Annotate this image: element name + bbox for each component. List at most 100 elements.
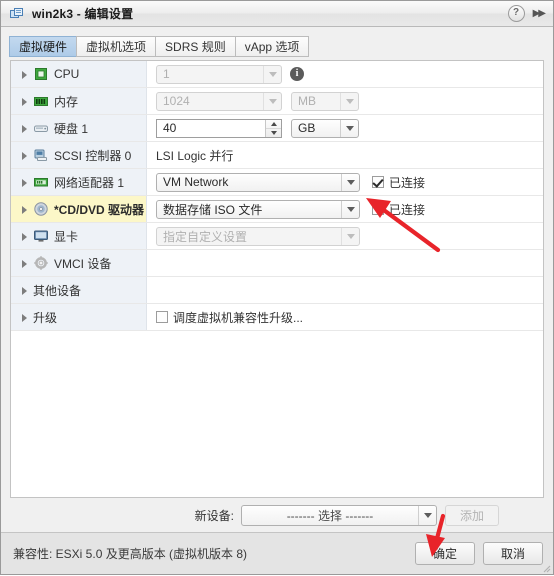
device-name-cell-upgrade: 升级 (11, 304, 147, 330)
chevron-down-icon[interactable] (418, 505, 436, 525)
checkbox-box[interactable] (372, 176, 384, 188)
cancel-button[interactable]: 取消 (483, 542, 543, 565)
hardware-panel: CPU 1 i 内存 1024 MB 硬盘 1 40 GB SCSI 控制器 0… (10, 60, 544, 498)
device-label: 显卡 (54, 229, 79, 244)
stepper-up-icon[interactable] (266, 120, 281, 128)
cpu-count-value: 1 (163, 67, 170, 81)
vmci-icon (33, 255, 49, 271)
window-title: win2k3 - 编辑设置 (32, 7, 134, 21)
chevron-down-icon[interactable] (341, 200, 359, 218)
edit-settings-dialog: win2k3 - 编辑设置 ? ▶▶ 虚拟硬件 虚拟机选项 SDRS 规则 vA… (0, 0, 554, 575)
chevron-down-icon[interactable] (341, 173, 359, 191)
chevron-down-icon[interactable] (263, 92, 281, 110)
network-connected-checkbox[interactable]: 已连接 (372, 174, 425, 191)
memory-icon (33, 93, 49, 109)
video-settings-dropdown[interactable]: 指定自定义设置 (156, 226, 360, 246)
dialog-footer: 兼容性: ESXi 5.0 及更高版本 (虚拟机版本 8) 确定 取消 (1, 532, 553, 574)
cpu-count-dropdown[interactable]: 1 (156, 64, 282, 84)
expand-chevron-icon[interactable] (20, 178, 29, 187)
network-dropdown[interactable]: VM Network (156, 172, 360, 192)
tab-bar: 虚拟硬件 虚拟机选项 SDRS 规则 vApp 选项 (1, 27, 553, 57)
expand-chevron-icon[interactable] (20, 232, 29, 241)
device-row-upgrade[interactable]: 升级 调度虚拟机兼容性升级... (11, 304, 543, 331)
checkbox-box[interactable] (156, 311, 168, 323)
device-row-cpu[interactable]: CPU 1 i (11, 61, 543, 88)
help-icon[interactable]: ? (507, 5, 525, 22)
device-row-video-card[interactable]: 显卡 指定自定义设置 (11, 223, 543, 250)
checkbox-box[interactable] (372, 203, 384, 215)
device-name-cell-scsi: SCSI 控制器 0 (11, 142, 147, 168)
device-value-cell-harddisk: 40 GB (147, 115, 543, 141)
new-device-dropdown[interactable]: ------- 选择 ------- (241, 504, 437, 526)
expand-chevron-icon[interactable] (20, 286, 29, 295)
device-label: 网络适配器 1 (54, 175, 125, 190)
ok-button[interactable]: 确定 (415, 542, 475, 565)
expand-chevron-icon[interactable] (20, 97, 29, 106)
harddisk-size-value: 40 (163, 121, 177, 135)
expand-chevron-icon[interactable] (20, 124, 29, 133)
cddvd-icon (33, 201, 49, 217)
device-value-cell-scsi: LSI Logic 并行 (147, 142, 543, 168)
stepper-down-icon[interactable] (266, 127, 281, 137)
device-list: CPU 1 i 内存 1024 MB 硬盘 1 40 GB SCSI 控制器 0… (11, 61, 543, 331)
device-label: 其他设备 (33, 283, 82, 298)
network-icon (33, 174, 49, 190)
device-row-vmci[interactable]: VMCI 设备 (11, 250, 543, 277)
device-label: CPU (54, 67, 80, 81)
harddisk-size-input[interactable]: 40 (156, 118, 282, 138)
harddisk-unit-dropdown[interactable]: GB (291, 118, 359, 138)
chevron-down-icon[interactable] (341, 227, 359, 245)
collapse-icon[interactable]: ▶▶ (533, 8, 546, 19)
harddisk-size-stepper[interactable] (265, 119, 281, 137)
expand-chevron-icon[interactable] (20, 313, 29, 322)
device-name-cell-harddisk: 硬盘 1 (11, 115, 147, 141)
resize-grip-icon[interactable] (540, 562, 551, 573)
compatibility-text: 兼容性: ESXi 5.0 及更高版本 (虚拟机版本 8) (13, 547, 248, 561)
device-label: 内存 (54, 94, 79, 109)
expand-chevron-icon[interactable] (20, 70, 29, 79)
scsi-controller-type: LSI Logic 并行 (156, 148, 234, 163)
device-value-cell-other (147, 277, 543, 303)
device-name-cell-video: 显卡 (11, 223, 147, 249)
schedule-upgrade-checkbox[interactable]: 调度虚拟机兼容性升级... (156, 309, 303, 326)
device-value-cell-cd-dvd: 数据存储 ISO 文件 已连接 (147, 196, 543, 222)
device-row-memory[interactable]: 内存 1024 MB (11, 88, 543, 115)
chevron-down-icon[interactable] (340, 92, 358, 110)
chevron-down-icon[interactable] (263, 65, 281, 83)
device-label: SCSI 控制器 0 (54, 148, 132, 163)
info-icon[interactable]: i (290, 67, 304, 81)
new-device-bar: 新设备: ------- 选择 ------- 添加 (1, 498, 553, 532)
cd-dvd-source-value: 数据存储 ISO 文件 (163, 202, 263, 217)
device-name-cell-network: 网络适配器 1 (11, 169, 147, 195)
tab-vm-options[interactable]: 虚拟机选项 (76, 36, 156, 57)
device-row-network-adapter[interactable]: 网络适配器 1 VM Network 已连接 (11, 169, 543, 196)
tab-vapp-options[interactable]: vApp 选项 (234, 36, 310, 57)
add-device-button[interactable]: 添加 (445, 504, 499, 526)
device-name-cell-cpu: CPU (11, 61, 147, 87)
chevron-down-icon[interactable] (340, 119, 358, 137)
expand-chevron-icon[interactable] (20, 259, 29, 268)
cd-dvd-source-dropdown[interactable]: 数据存储 ISO 文件 (156, 199, 360, 219)
device-value-cell-network: VM Network 已连接 (147, 169, 543, 195)
tab-virtual-hardware[interactable]: 虚拟硬件 (9, 36, 77, 57)
device-name-cell-other: 其他设备 (11, 277, 147, 303)
device-value-cell-video: 指定自定义设置 (147, 223, 543, 249)
device-row-scsi-controller[interactable]: SCSI 控制器 0 LSI Logic 并行 (11, 142, 543, 169)
new-device-label: 新设备: (194, 508, 234, 523)
device-row-harddisk[interactable]: 硬盘 1 40 GB (11, 115, 543, 142)
device-value-cell-upgrade: 调度虚拟机兼容性升级... (147, 304, 543, 330)
network-value: VM Network (163, 175, 229, 189)
expand-chevron-icon[interactable] (20, 151, 29, 160)
expand-chevron-icon[interactable] (20, 205, 29, 214)
device-row-cd-dvd-drive[interactable]: *CD/DVD 驱动器 1 数据存储 ISO 文件 已连接 (11, 196, 543, 223)
tab-sdrs-rules[interactable]: SDRS 规则 (155, 36, 235, 57)
harddisk-unit-value: GB (298, 121, 316, 135)
memory-unit-dropdown[interactable]: MB (291, 91, 359, 111)
memory-size-dropdown[interactable]: 1024 (156, 91, 282, 111)
video-settings-value: 指定自定义设置 (163, 229, 248, 244)
title-bar: win2k3 - 编辑设置 ? ▶▶ (1, 1, 553, 27)
vm-icon (9, 6, 25, 22)
cd-dvd-connected-checkbox[interactable]: 已连接 (372, 201, 425, 218)
device-label: 硬盘 1 (54, 121, 89, 136)
device-row-other-devices[interactable]: 其他设备 (11, 277, 543, 304)
